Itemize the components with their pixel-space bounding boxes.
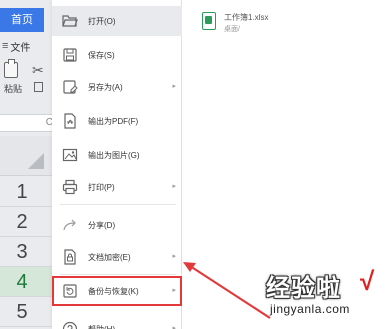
backup-icon [62, 283, 78, 299]
pdf-export-icon [62, 113, 78, 129]
menu-item-save[interactable]: 保存(S) [52, 40, 182, 70]
menu-item-share[interactable]: 分享(D) [52, 210, 182, 240]
file-menu-label: 文件 [10, 42, 31, 54]
name-box[interactable]: C [0, 114, 58, 132]
file-menu-button[interactable]: ≡ 文件 [2, 38, 30, 54]
menu-separator [60, 204, 176, 205]
chevron-right-icon: ▸ [172, 287, 176, 294]
menu-item-pdf-export[interactable]: 输出为PDF(F) [52, 106, 182, 136]
menu-item-label: 输出为PDF(F) [88, 117, 139, 126]
chevron-right-icon: ▸ [172, 325, 176, 329]
lock-icon [62, 249, 78, 265]
save-icon [62, 47, 78, 63]
scissors-icon[interactable]: ✂ [32, 62, 44, 79]
menu-item-lock[interactable]: 文档加密(E) ▸ [52, 242, 182, 272]
menu-item-label: 帮助(H) [88, 324, 115, 329]
watermark-check: √ [360, 266, 375, 296]
menu-item-label: 打印(P) [88, 183, 115, 192]
tab-home[interactable]: 首页 [0, 8, 44, 32]
row-header-3[interactable]: 3 [0, 237, 58, 267]
paste-label[interactable]: 粘贴 [4, 82, 22, 95]
recent-file-name: 工作簿1.xlsx [224, 13, 269, 22]
menu-item-image-export[interactable]: 输出为图片(G) [52, 140, 182, 170]
watermark-title: 经验啦 [266, 273, 341, 302]
file-dropdown-menu: 打开(O) 保存(S) 另存为(A) ▸ 输出为PDF(F) 输出为图片(G) 打印(P) ▸… [52, 0, 182, 329]
clipboard-group: ✂ 粘贴 [2, 59, 58, 96]
menu-item-folder-open[interactable]: 打开(O) [52, 6, 182, 36]
copy-icon[interactable] [34, 82, 43, 92]
recent-file-path: 桌面/ [224, 26, 240, 33]
xlsx-file-icon [202, 12, 216, 30]
menu-item-label: 文档加密(E) [88, 253, 131, 262]
menu-item-help[interactable]: 帮助(H) ▸ [52, 314, 182, 329]
image-export-icon [62, 147, 78, 163]
recent-file-item[interactable]: 工作簿1.xlsx 桌面/ [202, 10, 362, 36]
menu-separator [60, 274, 176, 275]
menu-item-backup[interactable]: 备份与恢复(K) ▸ [52, 276, 182, 306]
row-header-4[interactable]: 4 [0, 267, 58, 297]
help-icon [62, 321, 78, 329]
row-header-1[interactable]: 1 [0, 177, 58, 207]
watermark: 经验啦 √ jingyanla.com [252, 266, 388, 326]
menu-item-label: 保存(S) [88, 51, 115, 60]
menu-item-label: 输出为图片(G) [88, 151, 140, 160]
row-header-5[interactable]: 5 [0, 297, 58, 327]
share-icon [62, 217, 78, 233]
chevron-right-icon: ▸ [172, 183, 176, 190]
menu-item-label: 另存为(A) [88, 83, 123, 92]
paste-icon[interactable] [4, 59, 18, 78]
select-all-corner[interactable] [0, 136, 58, 176]
menu-item-label: 备份与恢复(K) [88, 287, 139, 296]
save-as-icon [62, 79, 78, 95]
row-header-2[interactable]: 2 [0, 207, 58, 237]
select-all-triangle-icon [28, 153, 44, 169]
menu-item-label: 分享(D) [88, 221, 116, 230]
chevron-right-icon: ▸ [172, 253, 176, 260]
app-left-strip: 首页 ≡ 文件 ✂ 粘贴 C 12345 [0, 0, 58, 329]
menu-item-label: 打开(O) [88, 17, 116, 26]
chevron-right-icon: ▸ [172, 83, 176, 90]
menu-item-save-as[interactable]: 另存为(A) ▸ [52, 72, 182, 102]
hamburger-icon: ≡ [2, 40, 9, 52]
watermark-url: jingyanla.com [270, 302, 350, 316]
menu-item-printer[interactable]: 打印(P) ▸ [52, 172, 182, 202]
folder-open-icon [62, 13, 78, 29]
printer-icon [62, 179, 78, 195]
